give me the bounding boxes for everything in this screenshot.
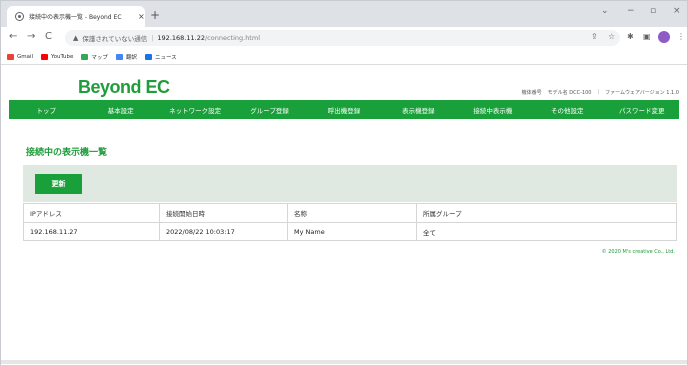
bookmark-label: YouTube bbox=[51, 53, 74, 60]
tab-close-icon[interactable]: × bbox=[138, 12, 145, 21]
restore-icon[interactable]: ▫ bbox=[650, 6, 656, 16]
refresh-button[interactable]: 更新 bbox=[35, 174, 82, 194]
firmware-version-label: ファームウェアバージョン 1.1.0 bbox=[605, 90, 679, 96]
nav-item-network-settings[interactable]: ネットワーク設定 bbox=[158, 105, 232, 115]
youtube-icon bbox=[41, 53, 49, 60]
url-host: 192.168.11.22 bbox=[157, 34, 205, 42]
connected-displays-table: IPアドレス 接続開始日時 名称 所属グループ 192.168.11.27 20… bbox=[23, 203, 677, 241]
bookmark-youtube[interactable]: YouTube bbox=[41, 53, 74, 60]
device-info-separator: | bbox=[597, 89, 600, 95]
site-logo: Beyond EC bbox=[78, 77, 170, 97]
new-tab-icon[interactable]: + bbox=[150, 8, 160, 22]
bookmark-label: ニュース bbox=[154, 54, 177, 61]
warning-icon[interactable]: ▲ bbox=[73, 34, 78, 42]
column-header-name: 名称 bbox=[287, 203, 417, 223]
bookmarks-bar: Gmail YouTube マップ 翻訳 ニュース bbox=[1, 49, 687, 65]
translate-icon bbox=[115, 53, 123, 60]
reload-icon[interactable]: C bbox=[45, 31, 52, 42]
security-label[interactable]: 保護されていない通信 bbox=[82, 33, 147, 43]
nav-item-display-registration[interactable]: 表示機登録 bbox=[381, 105, 455, 115]
nav-item-change-password[interactable]: パスワード変更 bbox=[605, 105, 679, 115]
browser-toolbar: ← → C ▲ 保護されていない通信 | 192.168.11.22 /conn… bbox=[1, 27, 687, 49]
maps-icon bbox=[81, 53, 89, 60]
nav-item-group-registration[interactable]: グループ登録 bbox=[232, 105, 306, 115]
cell-connected-at: 2022/08/22 10:03:17 bbox=[159, 222, 288, 241]
profile-avatar[interactable] bbox=[658, 31, 670, 43]
extensions-icon[interactable]: ✱ bbox=[627, 32, 634, 41]
gmail-icon bbox=[7, 53, 14, 60]
cell-name: My Name bbox=[287, 222, 417, 241]
address-bar[interactable]: ▲ 保護されていない通信 | 192.168.11.22 /connecting… bbox=[65, 30, 620, 46]
tab-search-icon[interactable]: ⌄ bbox=[601, 6, 609, 16]
window-close-icon[interactable]: × bbox=[673, 6, 681, 16]
horizontal-scrollbar[interactable] bbox=[1, 360, 687, 364]
bookmark-gmail[interactable]: Gmail bbox=[7, 53, 34, 60]
bookmark-label: Gmail bbox=[17, 53, 34, 60]
more-menu-icon[interactable]: ⋮ bbox=[677, 32, 685, 41]
cell-group: 全て bbox=[416, 222, 677, 241]
column-header-ip: IPアドレス bbox=[23, 203, 160, 223]
nav-item-connected-displays[interactable]: 接続中表示機 bbox=[456, 105, 530, 115]
site-favicon-icon bbox=[15, 12, 24, 21]
nav-item-top[interactable]: トップ bbox=[9, 105, 83, 115]
minimize-icon[interactable]: − bbox=[627, 6, 635, 16]
nav-item-basic-settings[interactable]: 基本設定 bbox=[83, 105, 157, 115]
bookmark-label: 翻訳 bbox=[125, 54, 137, 61]
tab-title: 接続中の表示機一覧 - Beyond EC bbox=[29, 14, 122, 21]
bookmark-label: マップ bbox=[91, 54, 108, 61]
page-title: 接続中の表示機一覧 bbox=[26, 148, 108, 158]
serial-number-label: 機体番号 bbox=[521, 90, 542, 96]
nav-item-other-settings[interactable]: その他設定 bbox=[530, 105, 604, 115]
nav-item-caller-registration[interactable]: 呼出機登録 bbox=[307, 105, 381, 115]
tab-strip: 接続中の表示機一覧 - Beyond EC × + ⌄ − ▫ × bbox=[1, 1, 687, 27]
column-header-connected-at: 接続開始日時 bbox=[159, 203, 288, 223]
device-info: 機体番号 モデル名 DCC-100 | ファームウェアバージョン 1.1.0 bbox=[522, 89, 679, 96]
bookmark-news[interactable]: ニュース bbox=[144, 53, 177, 61]
share-icon[interactable]: ⇪ bbox=[591, 32, 598, 41]
cell-ip: 192.168.11.27 bbox=[23, 222, 160, 241]
browser-window: 接続中の表示機一覧 - Beyond EC × + ⌄ − ▫ × ← → C … bbox=[0, 0, 688, 365]
sidebar-icon[interactable]: ▣ bbox=[643, 32, 651, 41]
news-icon bbox=[144, 53, 152, 60]
bookmark-star-icon[interactable]: ☆ bbox=[608, 32, 615, 41]
address-separator: | bbox=[151, 34, 154, 42]
forward-icon[interactable]: → bbox=[27, 31, 35, 42]
bookmark-translate[interactable]: 翻訳 bbox=[115, 53, 137, 61]
table-header-row: IPアドレス 接続開始日時 名称 所属グループ bbox=[23, 203, 677, 223]
column-header-group: 所属グループ bbox=[416, 203, 677, 223]
url-path: /connecting.html bbox=[204, 34, 260, 42]
bookmark-maps[interactable]: マップ bbox=[81, 53, 108, 61]
model-name-label: モデル名 DCC-100 bbox=[547, 90, 592, 96]
browser-tab[interactable]: 接続中の表示機一覧 - Beyond EC × bbox=[7, 6, 145, 27]
copyright-text: © 2020 M's creative Co., Ltd. bbox=[601, 249, 675, 255]
action-panel: 更新 bbox=[23, 165, 677, 202]
table-row: 192.168.11.27 2022/08/22 10:03:17 My Nam… bbox=[23, 222, 677, 241]
page-content: Beyond EC 機体番号 モデル名 DCC-100 | ファームウェアバージ… bbox=[1, 65, 687, 365]
main-nav: トップ 基本設定 ネットワーク設定 グループ登録 呼出機登録 表示機登録 接続中… bbox=[9, 100, 679, 119]
back-icon[interactable]: ← bbox=[9, 31, 17, 42]
